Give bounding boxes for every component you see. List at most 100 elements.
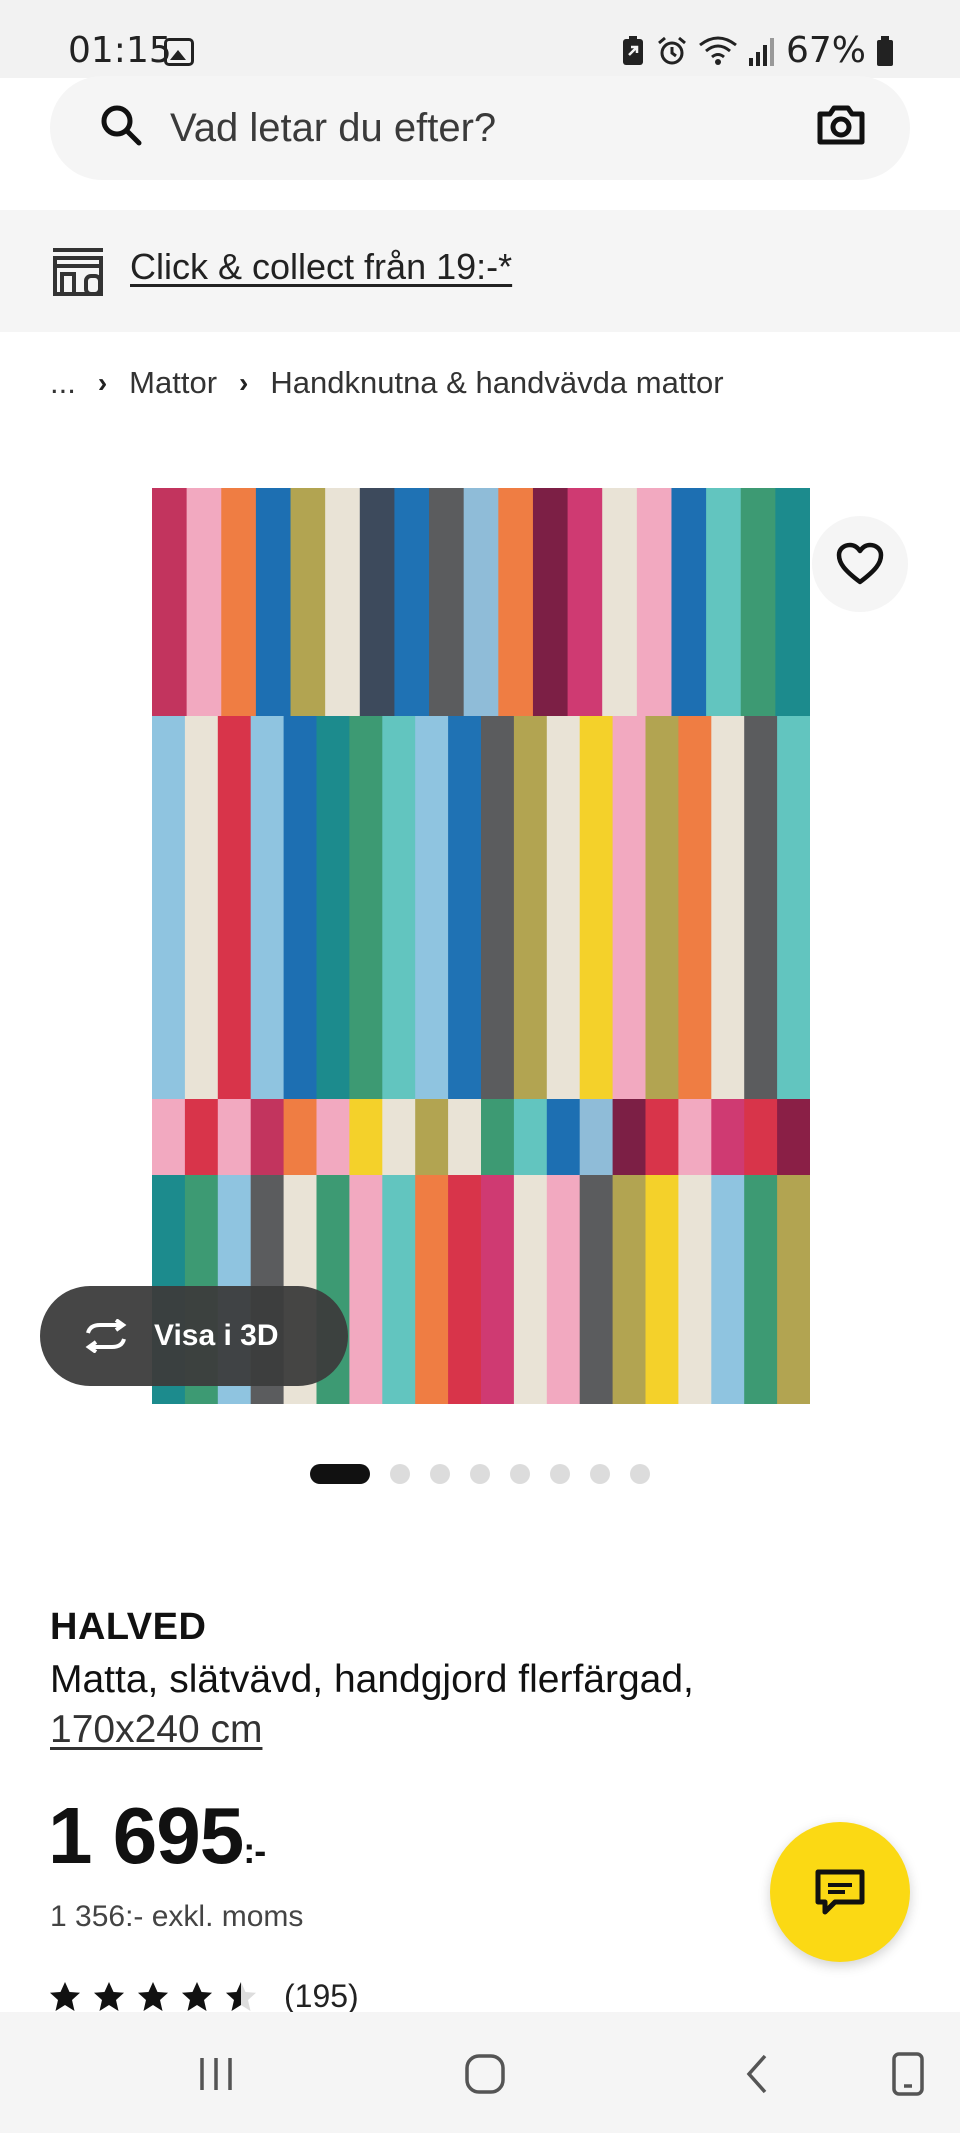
rug-stripe — [186, 488, 222, 716]
alarm-icon — [658, 36, 686, 64]
search-bar[interactable] — [50, 76, 910, 180]
rug-stripe — [777, 1175, 810, 1404]
rug-stripe — [448, 716, 482, 1099]
rug-stripe — [217, 1099, 252, 1175]
carousel-dot[interactable] — [630, 1464, 650, 1484]
breadcrumb-item-mattor[interactable]: Mattor — [129, 365, 217, 401]
rotate-3d-icon — [85, 1319, 127, 1353]
rug-stripe — [775, 488, 810, 716]
rug-stripe — [711, 716, 745, 1099]
rug-stripe — [152, 716, 186, 1099]
rug-stripe — [513, 716, 548, 1099]
rug-stripe — [382, 716, 416, 1099]
rug-stripe — [349, 1175, 383, 1404]
rug-stripe — [546, 716, 581, 1099]
status-bar: 01:15 67% — [0, 0, 960, 78]
product-brand: HALVED — [50, 1606, 207, 1648]
rug-stripe — [349, 716, 383, 1099]
rug-stripe — [513, 1099, 548, 1175]
carousel-dot[interactable] — [310, 1464, 370, 1484]
rug-stripe — [221, 488, 257, 716]
chat-button[interactable] — [770, 1822, 910, 1962]
rug-stripe — [283, 716, 318, 1099]
rug-stripe — [678, 1099, 712, 1175]
rug-stripe — [481, 716, 515, 1099]
rug-stripe — [217, 716, 252, 1099]
breadcrumb-ellipsis[interactable]: ... — [50, 365, 76, 401]
star-icon — [226, 1981, 256, 2011]
carousel-dot[interactable] — [550, 1464, 570, 1484]
view-3d-button[interactable]: Visa i 3D — [40, 1286, 348, 1386]
phone-icon — [892, 2052, 924, 2096]
rug-stripe — [250, 716, 285, 1099]
rug-stripe — [316, 716, 350, 1099]
home-button[interactable] — [455, 2048, 515, 2100]
click-collect-banner[interactable]: Click & collect från 19:-* — [0, 210, 960, 332]
product-image[interactable] — [152, 488, 810, 1404]
keyboard-toggle-button[interactable] — [878, 2048, 938, 2100]
rug-stripe — [567, 488, 603, 716]
rug-stripe — [777, 716, 810, 1099]
search-input[interactable] — [170, 98, 810, 158]
rug-stripe — [250, 1099, 285, 1175]
product-size-link[interactable]: 170x240 cm — [50, 1708, 262, 1752]
camera-icon[interactable] — [814, 98, 868, 152]
rug-stripe — [359, 488, 396, 716]
rug-stripe — [349, 1099, 383, 1175]
view-3d-label: Visa i 3D — [154, 1319, 279, 1352]
battery-saver-icon — [622, 35, 643, 65]
star-icon — [138, 1981, 168, 2011]
chevron-right-icon: › — [239, 367, 249, 398]
rug-stripe — [546, 1175, 581, 1404]
rug-stripe — [415, 1175, 449, 1404]
rug-stripe — [429, 488, 465, 716]
rug-stripe — [678, 716, 712, 1099]
rug-stripe — [415, 716, 449, 1099]
rug-stripe — [316, 1099, 350, 1175]
image-carousel-indicator — [310, 1464, 650, 1484]
price-suffix: :- — [243, 1830, 266, 1871]
favorite-button[interactable] — [812, 516, 908, 612]
rug-stripe — [711, 1099, 745, 1175]
product-rating[interactable]: (195) — [48, 1978, 359, 2015]
rug-stripe — [711, 1175, 745, 1404]
rug-stripe — [382, 1175, 416, 1404]
rug-stripe — [255, 488, 292, 716]
rug-stripe — [579, 1099, 614, 1175]
search-icon[interactable] — [96, 100, 146, 150]
rug-stripe — [579, 716, 614, 1099]
carousel-dot[interactable] — [510, 1464, 530, 1484]
battery-icon — [877, 35, 893, 66]
carousel-dot[interactable] — [390, 1464, 410, 1484]
back-button[interactable] — [726, 2048, 786, 2100]
wifi-icon — [699, 36, 737, 65]
carousel-dot[interactable] — [470, 1464, 490, 1484]
breadcrumb-item-handknutna[interactable]: Handknutna & handvävda mattor — [270, 365, 723, 401]
star-icon — [94, 1981, 124, 2011]
star-icon — [182, 1981, 212, 2011]
star-icon — [50, 1981, 80, 2011]
rug-stripe — [382, 1099, 416, 1175]
carousel-dot[interactable] — [430, 1464, 450, 1484]
rug-stripe — [394, 488, 430, 716]
rug-stripe — [777, 1099, 810, 1175]
price-amount: 1 695 — [48, 1791, 244, 1880]
signal-icon — [748, 37, 774, 66]
rug-stripe — [448, 1099, 482, 1175]
rug-stripe — [744, 1175, 778, 1404]
recent-apps-button[interactable] — [186, 2048, 246, 2100]
system-navigation-bar — [0, 2012, 960, 2133]
home-icon — [465, 2054, 505, 2094]
status-indicators: 67% — [620, 30, 894, 71]
carousel-dot[interactable] — [590, 1464, 610, 1484]
rug-stripe — [283, 1099, 318, 1175]
product-price: 1 695:- — [48, 1790, 266, 1882]
rug-stripe — [415, 1099, 449, 1175]
rug-stripe — [740, 488, 776, 716]
rug-stripe — [463, 488, 499, 716]
rug-stripe — [448, 1175, 482, 1404]
rug-stripe — [532, 488, 569, 716]
breadcrumb: ... › Mattor › Handknutna & handvävda ma… — [50, 365, 724, 401]
click-collect-link[interactable]: Click & collect från 19:-* — [130, 246, 512, 288]
rug-stripe — [184, 1099, 219, 1175]
